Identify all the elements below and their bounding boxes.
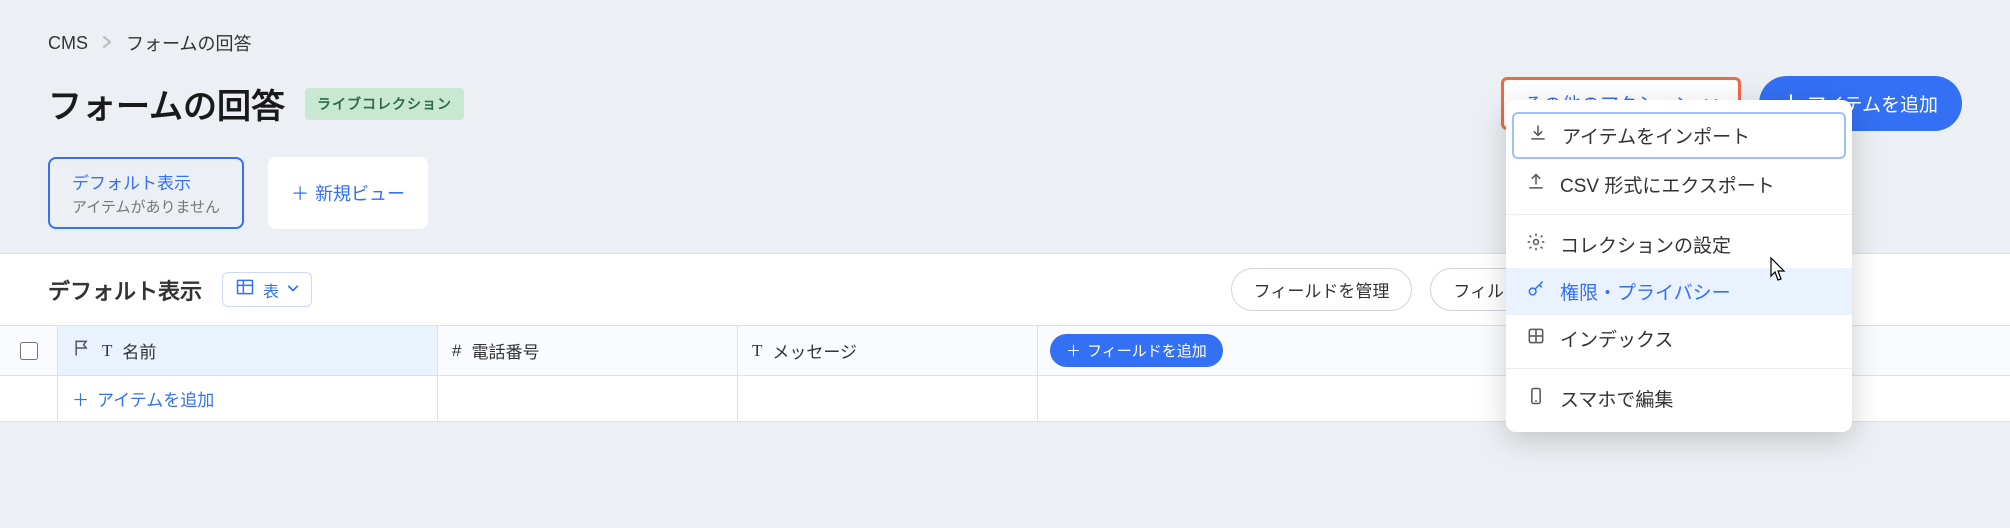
cell-empty <box>438 376 738 421</box>
dropdown-label: コレクションの設定 <box>1560 231 1731 258</box>
cursor-pointer-icon <box>1762 256 1790 291</box>
column-label: 電話番号 <box>471 338 539 363</box>
table-chip-label: 表 <box>263 278 279 302</box>
view-card-default[interactable]: デフォルト表示 アイテムがありません <box>48 157 244 229</box>
more-actions-dropdown: アイテムをインポート CSV 形式にエクスポート コレクションの設定 権限・プラ… <box>1506 100 1852 432</box>
column-label: メッセージ <box>772 338 857 363</box>
upload-icon <box>1526 172 1546 198</box>
menu-separator <box>1506 214 1852 215</box>
select-all-checkbox[interactable] <box>20 342 38 360</box>
download-icon <box>1528 123 1548 149</box>
dropdown-label: アイテムをインポート <box>1562 122 1750 149</box>
chevron-right-icon <box>102 33 112 54</box>
breadcrumb: CMS フォームの回答 <box>48 30 1962 56</box>
mobile-icon <box>1526 386 1546 412</box>
add-item-inline-button[interactable]: ＋ アイテムを追加 <box>72 386 214 411</box>
cell-empty <box>738 376 1038 421</box>
breadcrumb-current: フォームの回答 <box>126 30 251 56</box>
manage-fields-button[interactable]: フィールドを管理 <box>1231 268 1413 311</box>
dropdown-label: スマホで編集 <box>1560 385 1673 412</box>
plus-icon: ＋ <box>72 386 89 411</box>
new-view-label: 新規ビュー <box>315 180 405 206</box>
live-collection-badge: ライブコレクション <box>305 88 464 120</box>
dropdown-label: CSV 形式にエクスポート <box>1560 171 1775 198</box>
column-header-name[interactable]: T 名前 <box>58 326 438 375</box>
toolbar-title: デフォルト表示 <box>48 274 202 306</box>
dropdown-item-import[interactable]: アイテムをインポート <box>1512 112 1846 159</box>
dropdown-item-mobile[interactable]: スマホで編集 <box>1506 375 1852 422</box>
plus-icon: ＋ <box>1066 340 1081 361</box>
column-header-phone[interactable]: # 電話番号 <box>438 326 738 375</box>
text-type-icon: T <box>102 341 112 361</box>
flag-icon <box>72 338 92 363</box>
dropdown-item-settings[interactable]: コレクションの設定 <box>1506 221 1852 268</box>
add-item-inline-label: アイテムを追加 <box>97 386 214 411</box>
chevron-down-icon <box>287 281 299 299</box>
column-header-message[interactable]: T メッセージ <box>738 326 1038 375</box>
add-field-label: フィールドを追加 <box>1087 340 1207 361</box>
dropdown-item-indexes[interactable]: インデックス <box>1506 315 1852 362</box>
key-icon <box>1526 279 1546 305</box>
view-type-selector[interactable]: 表 <box>222 272 312 307</box>
view-subtitle: アイテムがありません <box>72 196 220 217</box>
text-type-icon: T <box>752 341 762 361</box>
dropdown-item-privacy[interactable]: 権限・プライバシー <box>1506 268 1852 315</box>
view-title: デフォルト表示 <box>72 169 220 194</box>
dropdown-label: 権限・プライバシー <box>1560 278 1731 305</box>
number-type-icon: # <box>452 341 461 361</box>
select-all-cell[interactable] <box>0 326 58 375</box>
table-icon <box>235 277 255 302</box>
breadcrumb-root[interactable]: CMS <box>48 33 88 54</box>
plus-icon: ＋ <box>291 180 309 206</box>
gear-icon <box>1526 232 1546 258</box>
page-title: フォームの回答 <box>48 79 285 128</box>
add-field-button[interactable]: ＋ フィールドを追加 <box>1050 334 1223 367</box>
dropdown-item-export[interactable]: CSV 形式にエクスポート <box>1506 161 1852 208</box>
column-label: 名前 <box>122 338 156 363</box>
grid-icon <box>1526 326 1546 352</box>
row-checkbox-cell <box>0 376 58 421</box>
dropdown-label: インデックス <box>1560 325 1673 352</box>
new-view-button[interactable]: ＋ 新規ビュー <box>268 157 428 229</box>
menu-separator <box>1506 368 1852 369</box>
